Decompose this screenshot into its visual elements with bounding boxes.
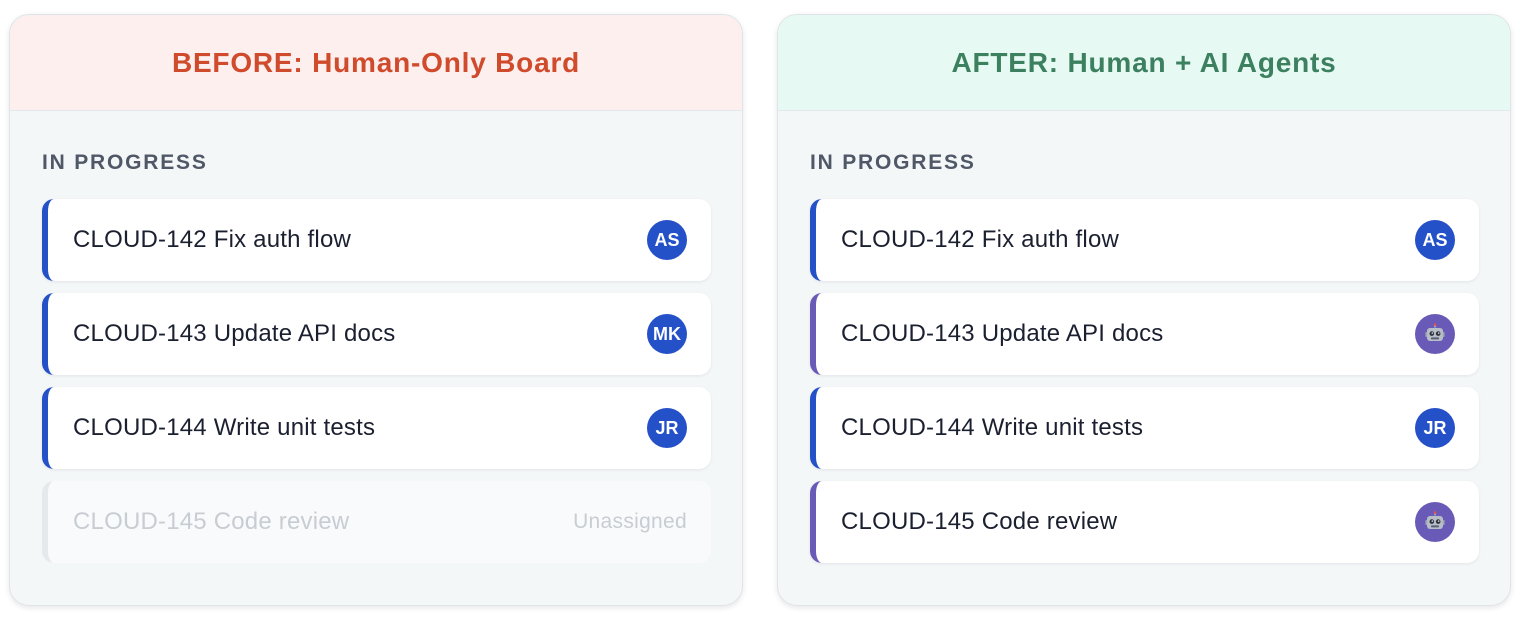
task-card-title: CLOUD-143 Update API docs bbox=[841, 320, 1164, 347]
task-card-unassigned[interactable]: CLOUD-145 Code review Unassigned bbox=[42, 481, 711, 563]
after-card-list: CLOUD-142 Fix auth flow AS CLOUD-143 Upd… bbox=[810, 199, 1479, 575]
before-column-label: IN PROGRESS bbox=[42, 151, 208, 174]
task-card-title: CLOUD-145 Code review bbox=[73, 508, 350, 535]
task-card-title: CLOUD-145 Code review bbox=[841, 508, 1118, 535]
unassigned-label: Unassigned bbox=[573, 510, 687, 533]
task-card-title: CLOUD-142 Fix auth flow bbox=[841, 226, 1120, 253]
task-card-agent[interactable]: CLOUD-145 Code review bbox=[810, 481, 1479, 563]
assignee-avatar[interactable]: AS bbox=[1415, 220, 1455, 260]
task-card[interactable]: CLOUD-143 Update API docs MK bbox=[42, 293, 711, 375]
task-card[interactable]: CLOUD-144 Write unit tests JR bbox=[810, 387, 1479, 469]
task-card-title: CLOUD-144 Write unit tests bbox=[73, 414, 376, 441]
task-card-title: CLOUD-143 Update API docs bbox=[73, 320, 396, 347]
assignee-avatar[interactable]: JR bbox=[1415, 408, 1455, 448]
assignee-avatar[interactable]: JR bbox=[647, 408, 687, 448]
before-board-panel: BEFORE: Human-Only Board IN PROGRESS CLO… bbox=[9, 14, 743, 606]
comparison-stage: BEFORE: Human-Only Board IN PROGRESS CLO… bbox=[0, 0, 1520, 624]
before-card-list: CLOUD-142 Fix auth flow AS CLOUD-143 Upd… bbox=[42, 199, 711, 575]
after-board-panel: AFTER: Human + AI Agents IN PROGRESS CLO… bbox=[777, 14, 1511, 606]
task-card[interactable]: CLOUD-144 Write unit tests JR bbox=[42, 387, 711, 469]
task-card[interactable]: CLOUD-142 Fix auth flow AS bbox=[810, 199, 1479, 281]
after-column-label: IN PROGRESS bbox=[810, 151, 976, 174]
assignee-avatar[interactable]: AS bbox=[647, 220, 687, 260]
assignee-avatar[interactable]: MK bbox=[647, 314, 687, 354]
task-card-agent[interactable]: CLOUD-143 Update API docs bbox=[810, 293, 1479, 375]
task-card-title: CLOUD-144 Write unit tests bbox=[841, 414, 1144, 441]
task-card[interactable]: CLOUD-142 Fix auth flow AS bbox=[42, 199, 711, 281]
robot-icon[interactable] bbox=[1415, 502, 1455, 542]
robot-icon[interactable] bbox=[1415, 314, 1455, 354]
before-board-title: BEFORE: Human-Only Board bbox=[10, 15, 742, 111]
after-board-title: AFTER: Human + AI Agents bbox=[778, 15, 1510, 111]
task-card-title: CLOUD-142 Fix auth flow bbox=[73, 226, 352, 253]
